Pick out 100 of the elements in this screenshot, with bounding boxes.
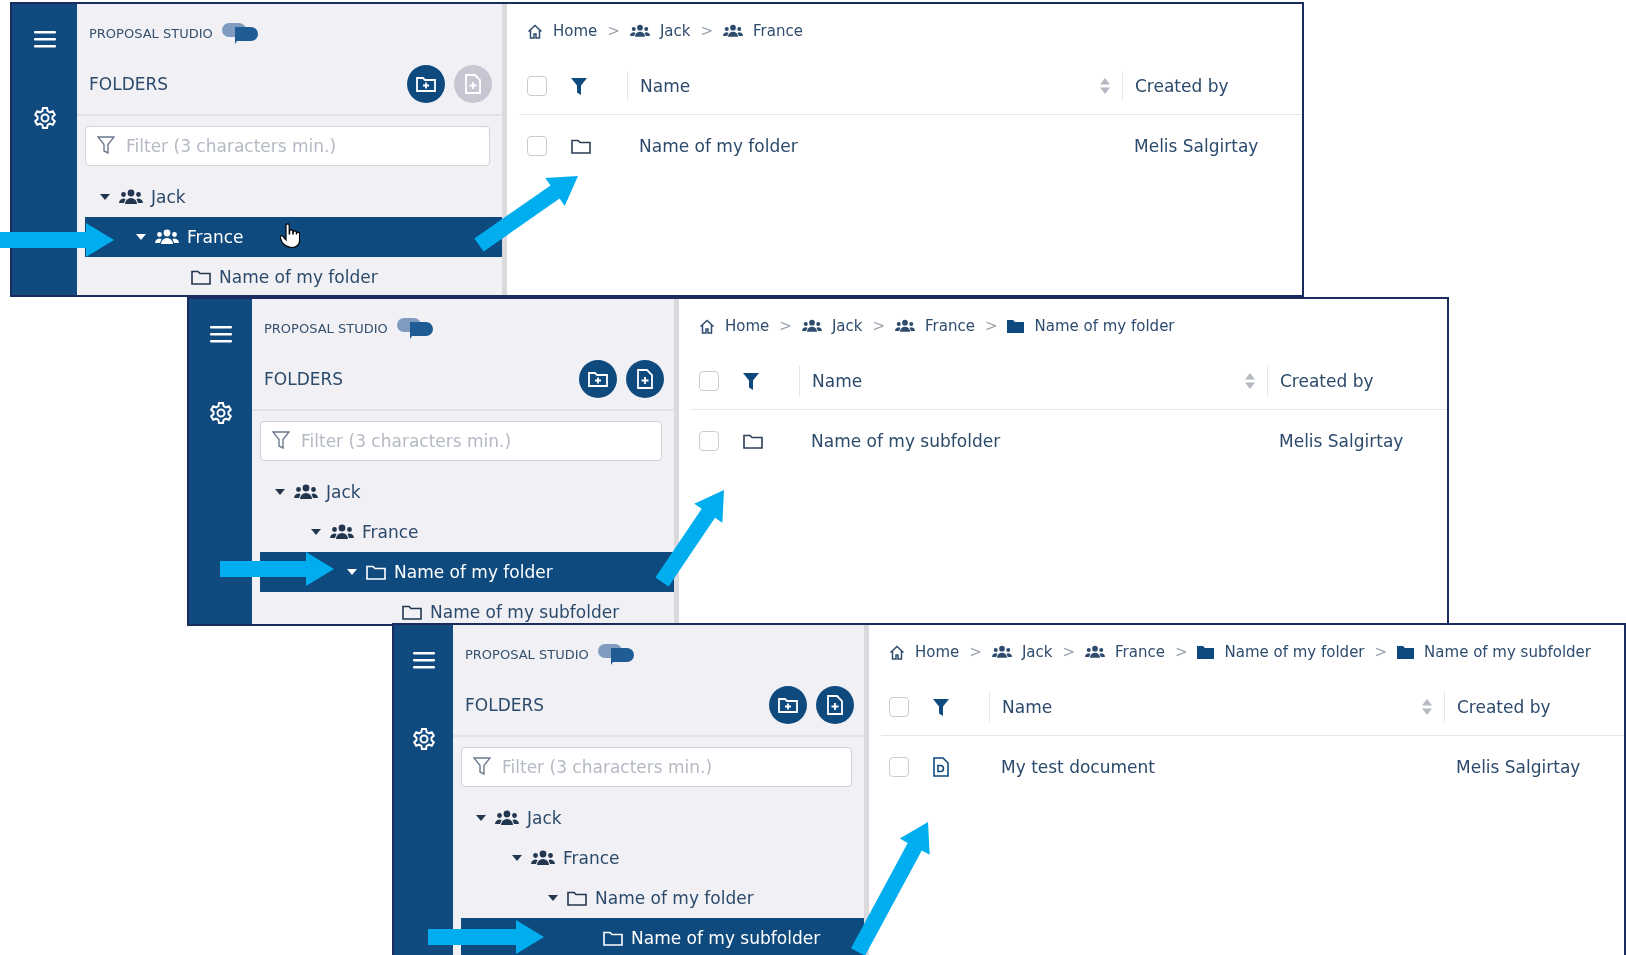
folder-plus-icon (416, 76, 436, 92)
caret-icon[interactable] (136, 234, 146, 240)
breadcrumb-link[interactable]: France (895, 317, 975, 335)
group-icon (330, 524, 354, 540)
breadcrumb-link[interactable]: Home (699, 317, 770, 335)
filter-icon (97, 136, 115, 154)
new-document-button[interactable] (626, 360, 664, 398)
group-icon (1085, 645, 1105, 659)
folder-icon (402, 604, 422, 620)
app-name: PROPOSAL STUDIO (264, 320, 388, 336)
new-folder-button[interactable] (579, 360, 617, 398)
app-name: PROPOSAL STUDIO (89, 25, 213, 41)
breadcrumb-link[interactable]: Home (527, 22, 598, 40)
folder-icon (603, 930, 623, 946)
tree-item[interactable]: Jack (461, 798, 864, 838)
group-icon (119, 189, 143, 205)
name-cell[interactable]: My test document (989, 757, 1444, 777)
breadcrumb-separator: > (700, 22, 713, 40)
group-icon (531, 850, 555, 866)
column-header[interactable]: Name (989, 692, 1444, 722)
table-cell-text: Melis Salgirtay (1133, 136, 1260, 156)
folder-icon (743, 433, 763, 449)
filter-field[interactable]: Filter (3 characters min.) (85, 126, 490, 166)
group-icon (294, 484, 318, 500)
column-header[interactable]: Created by (1444, 692, 1624, 722)
new-folder-button[interactable] (407, 65, 445, 103)
breadcrumb-link[interactable]: Name of my folder (1197, 643, 1365, 661)
checkbox[interactable] (699, 431, 719, 451)
column-header[interactable]: Created by (1267, 366, 1447, 396)
tree-item[interactable]: Jack (260, 472, 674, 512)
logo-icon (220, 22, 259, 44)
folder-icon (1197, 645, 1215, 659)
home-icon (527, 23, 543, 39)
caret-icon[interactable] (476, 815, 486, 821)
checkbox[interactable] (889, 757, 909, 777)
checkbox[interactable] (699, 371, 719, 391)
filter-icon[interactable] (743, 372, 759, 390)
filter-icon[interactable] (933, 698, 949, 716)
name-cell[interactable]: Name of my folder (627, 136, 1122, 156)
checkbox[interactable] (889, 697, 909, 717)
document-plus-icon (637, 369, 653, 389)
tree-item[interactable]: Name of my folder (260, 552, 674, 592)
settings-icon[interactable] (208, 401, 233, 425)
breadcrumb-link[interactable]: France (1085, 643, 1165, 661)
new-document-button[interactable] (816, 686, 854, 724)
section-title: FOLDERS (89, 74, 169, 94)
folder-plus-icon (778, 697, 798, 713)
caret-icon[interactable] (275, 489, 285, 495)
breadcrumb-link[interactable]: Jack (629, 22, 691, 40)
document-icon (933, 757, 949, 777)
caret-icon[interactable] (512, 855, 522, 861)
filter-field[interactable]: Filter (3 characters min.) (260, 421, 662, 461)
breadcrumb-separator: > (779, 317, 792, 335)
tree-item[interactable]: Jack (85, 177, 502, 217)
menu-icon[interactable] (412, 651, 435, 669)
folder-plus-icon (588, 371, 608, 387)
name-cell[interactable]: Name of my subfolder (799, 431, 1267, 451)
tree-item[interactable]: Name of my folder (461, 878, 864, 918)
breadcrumb-link[interactable]: Jack (991, 643, 1053, 661)
group-icon (801, 319, 822, 333)
filter-field[interactable]: Filter (3 characters min.) (461, 747, 852, 787)
breadcrumb-link[interactable]: France (723, 22, 803, 40)
breadcrumb-link[interactable]: Jack (801, 317, 863, 335)
menu-icon[interactable] (209, 325, 232, 343)
tree-item[interactable]: Name of my folder (85, 257, 502, 295)
caret-icon[interactable] (548, 895, 558, 901)
caret-icon[interactable] (100, 194, 110, 200)
group-icon (155, 229, 179, 245)
breadcrumb-separator: > (872, 317, 885, 335)
logo-icon (395, 317, 434, 339)
breadcrumb-link[interactable]: Name of my folder (1007, 317, 1175, 335)
table-cell-text: Melis Salgirtay (1455, 757, 1582, 777)
folder-icon (1007, 319, 1025, 333)
caret-icon[interactable] (311, 529, 321, 535)
home-icon (699, 318, 715, 334)
home-icon (889, 644, 905, 660)
breadcrumb-separator: > (1062, 643, 1075, 661)
checkbox[interactable] (527, 136, 547, 156)
group-icon (495, 810, 519, 826)
column-header[interactable]: Name (627, 71, 1122, 101)
tree-item[interactable]: Name of my subfolder (260, 592, 674, 624)
checkbox[interactable] (527, 76, 547, 96)
column-header[interactable]: Name (799, 366, 1267, 396)
breadcrumb-link[interactable]: Home (889, 643, 960, 661)
tree-item[interactable]: France (85, 217, 502, 257)
tree-item[interactable]: France (260, 512, 674, 552)
menu-icon[interactable] (33, 30, 56, 48)
filter-icon[interactable] (571, 77, 587, 95)
new-folder-button[interactable] (769, 686, 807, 724)
settings-icon[interactable] (32, 106, 57, 130)
breadcrumb-link[interactable]: Name of my subfolder (1397, 643, 1591, 661)
column-header[interactable]: Created by (1122, 71, 1302, 101)
breadcrumb-separator: > (1174, 643, 1188, 661)
caret-icon[interactable] (347, 569, 357, 575)
table-cell-text: Melis Salgirtay (1278, 431, 1405, 451)
section-title: FOLDERS (264, 369, 344, 389)
logo-icon (596, 643, 635, 665)
breadcrumb-separator: > (1374, 643, 1388, 661)
settings-icon[interactable] (411, 727, 436, 751)
tree-item[interactable]: France (461, 838, 864, 878)
